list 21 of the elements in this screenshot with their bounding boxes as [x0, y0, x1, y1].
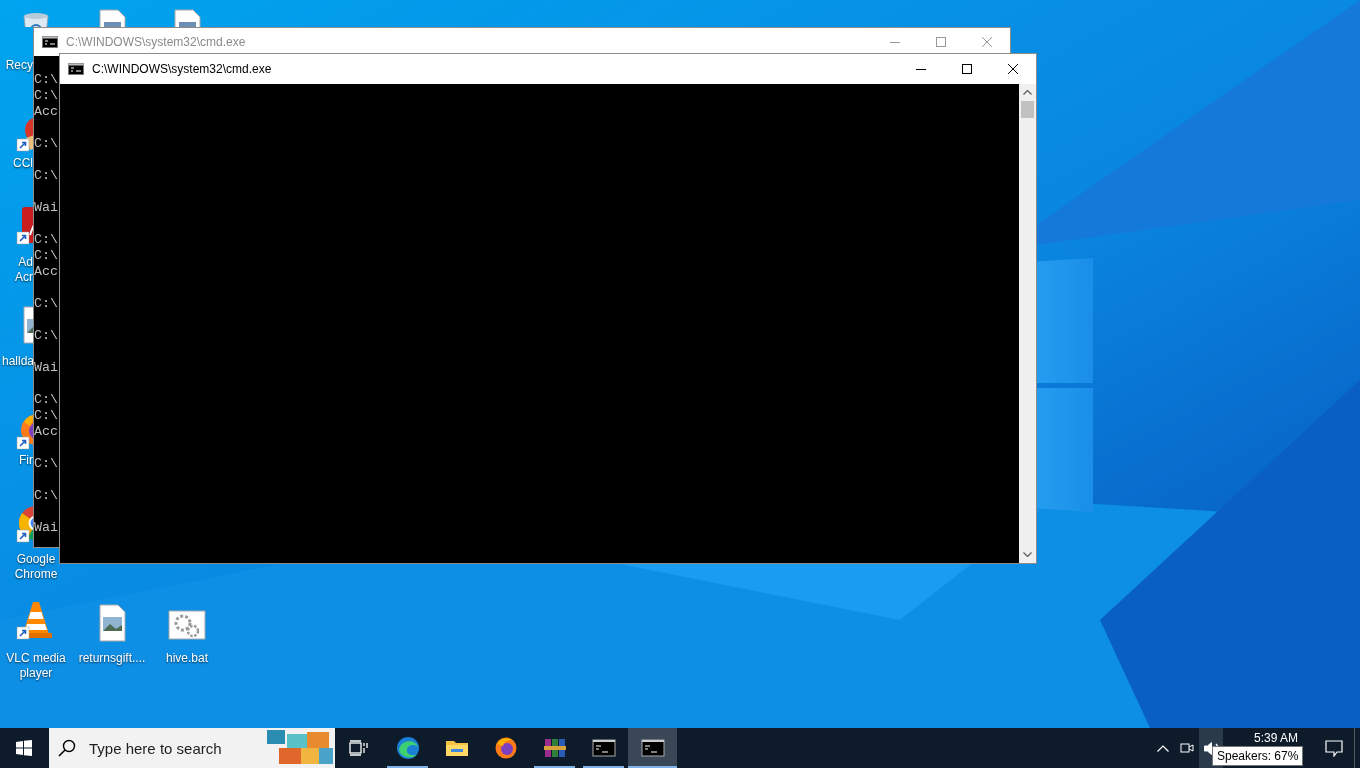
console-line: C:\ — [34, 136, 59, 152]
console-line: Wai — [34, 360, 59, 376]
console-line: C:\ — [34, 488, 59, 504]
tooltip: Speakers: 67% — [1212, 746, 1304, 766]
window-title: C:\WINDOWS\system32\cmd.exe — [66, 34, 247, 51]
console-line: C:\ — [34, 88, 59, 104]
window-title: C:\WINDOWS\system32\cmd.exe — [92, 61, 273, 78]
console-line: C:\ — [34, 456, 59, 472]
console-line: Acc — [34, 104, 59, 120]
console-line: C:\ — [34, 248, 59, 264]
console-line: Acc — [34, 264, 59, 280]
console-line: Acc — [34, 424, 59, 440]
console-line: C:\ — [34, 328, 59, 344]
console-line: C:\ — [34, 232, 59, 248]
console-line: Wai — [34, 520, 59, 536]
console-line: C:\ — [34, 168, 59, 184]
console-line: C:\ — [34, 408, 59, 424]
console-line: C:\ — [34, 392, 59, 408]
console-line: C:\ — [34, 72, 59, 88]
console-line: Wai — [34, 200, 59, 216]
console-line: C:\ — [34, 296, 59, 312]
